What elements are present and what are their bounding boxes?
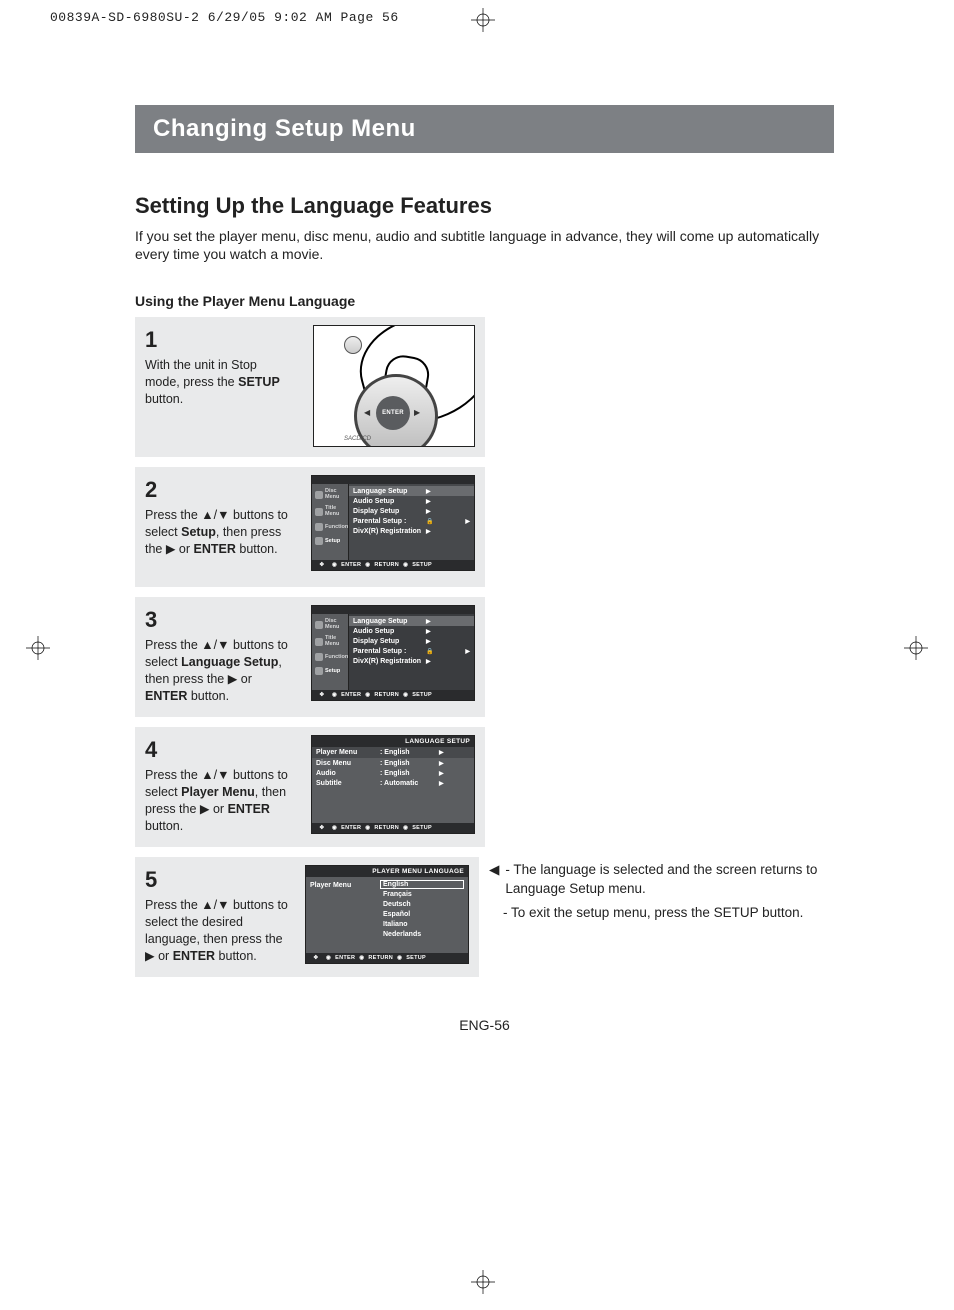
step-2-text-e: button.: [236, 542, 278, 556]
lang-nederlands: Nederlands: [380, 930, 464, 939]
step-1-text-b: SETUP: [238, 375, 280, 389]
osd-title-language-setup: LANGUAGE SETUP: [312, 736, 474, 747]
val-player-menu: : English: [380, 749, 435, 756]
val-audio: : English: [380, 770, 435, 777]
tab-title-menu: Title Menu: [325, 636, 347, 647]
side-notes: ◀ - The language is selected and the scr…: [489, 857, 834, 977]
step-1-text-c: button.: [145, 392, 183, 406]
sub-heading: Using the Player Menu Language: [135, 293, 834, 309]
left-arrow-icon: ◀: [489, 861, 499, 897]
footer-enter: ENTER: [341, 562, 361, 568]
step-2-text-b: Setup: [181, 525, 216, 539]
step-4-text-e: button.: [145, 819, 183, 833]
registration-mark-left: [26, 636, 50, 665]
title-icon: [315, 638, 323, 646]
tab-title-menu: Title Menu: [325, 506, 347, 517]
lang-deutsch: Deutsch: [380, 900, 464, 909]
menu-display-setup: Display Setup: [353, 508, 423, 515]
footer-enter: ENTER: [341, 825, 361, 831]
remote-illustration: ENTER ◀ ▶ SACD/CD: [313, 325, 475, 447]
menu-parental-setup: Parental Setup :: [353, 648, 423, 655]
step-1-card: 1 With the unit in Stop mode, press the …: [135, 317, 485, 457]
step-4-card: 4 Press the ▲/▼ buttons to select Player…: [135, 727, 485, 847]
menu-parental-setup: Parental Setup :: [353, 518, 423, 525]
footer-return: RETURN: [374, 825, 399, 831]
footer-setup: SETUP: [412, 562, 432, 568]
footer-setup: SETUP: [412, 825, 432, 831]
step-4-text-b: Player Menu: [181, 785, 255, 799]
menu-language-setup: Language Setup: [353, 618, 423, 625]
val-disc-menu: : English: [380, 760, 435, 767]
function-icon: [315, 523, 323, 531]
val-subtitle: : Automatic: [380, 780, 435, 787]
osd-player-menu-language: PLAYER MENU LANGUAGE Player Menu English…: [305, 865, 469, 964]
step-4-text-d: ENTER: [228, 802, 270, 816]
row-player-menu: Player Menu: [316, 749, 376, 756]
row-player-menu-label: Player Menu: [310, 882, 370, 889]
remote-sacd-label: SACD/CD: [344, 436, 371, 442]
menu-language-setup: Language Setup: [353, 488, 423, 495]
step-3-text-b: Language Setup: [181, 655, 278, 669]
note-2: - To exit the setup menu, press the SETU…: [503, 904, 803, 922]
note-1: - The language is selected and the scree…: [505, 861, 834, 897]
osd-setup-menu-2: Disc Menu Title Menu Function Setup Lang…: [311, 475, 475, 571]
menu-divx: DivX(R) Registration: [353, 658, 423, 665]
osd-title-player-language: PLAYER MENU LANGUAGE: [306, 866, 468, 877]
step-2-card: 2 Press the ▲/▼ buttons to select Setup,…: [135, 467, 485, 587]
menu-audio-setup: Audio Setup: [353, 628, 423, 635]
tab-function: Function: [325, 525, 348, 531]
menu-display-setup: Display Setup: [353, 638, 423, 645]
row-subtitle: Subtitle: [316, 780, 376, 787]
function-icon: [315, 653, 323, 661]
title-icon: [315, 508, 323, 516]
intro-paragraph: If you set the player menu, disc menu, a…: [135, 227, 834, 263]
step-5-number: 5: [145, 865, 295, 895]
tab-function: Function: [325, 655, 348, 661]
step-5-text-b: ENTER: [173, 949, 215, 963]
step-1-number: 1: [145, 325, 295, 355]
gear-icon: [315, 667, 323, 675]
lang-english: English: [380, 880, 464, 889]
disc-icon: [315, 621, 323, 629]
registration-mark-bottom: [471, 1270, 495, 1299]
chapter-banner: Changing Setup Menu: [135, 105, 834, 153]
step-3-number: 3: [145, 605, 295, 635]
step-3-card: 3 Press the ▲/▼ buttons to select Langua…: [135, 597, 485, 717]
gear-icon: [315, 537, 323, 545]
footer-return: RETURN: [374, 562, 399, 568]
step-2-text-d: ENTER: [194, 542, 236, 556]
menu-divx: DivX(R) Registration: [353, 528, 423, 535]
tab-setup: Setup: [325, 669, 340, 675]
step-2-number: 2: [145, 475, 295, 505]
tab-disc-menu: Disc Menu: [325, 619, 347, 630]
step-4-number: 4: [145, 735, 295, 765]
footer-enter: ENTER: [335, 955, 355, 961]
menu-audio-setup: Audio Setup: [353, 498, 423, 505]
footer-setup: SETUP: [406, 955, 426, 961]
tab-setup: Setup: [325, 539, 340, 545]
registration-mark-right: [904, 636, 928, 665]
footer-return: RETURN: [374, 692, 399, 698]
registration-mark-top: [471, 8, 495, 37]
lang-espanol: Español: [380, 910, 464, 919]
step-5-card: 5 Press the ▲/▼ buttons to select the de…: [135, 857, 479, 977]
tab-disc-menu: Disc Menu: [325, 489, 347, 500]
footer-setup: SETUP: [412, 692, 432, 698]
step-3-text-e: button.: [187, 689, 229, 703]
footer-enter: ENTER: [341, 692, 361, 698]
page-number: ENG-56: [135, 1017, 834, 1033]
row-disc-menu: Disc Menu: [316, 760, 376, 767]
row-audio: Audio: [316, 770, 376, 777]
section-title: Setting Up the Language Features: [135, 193, 834, 219]
step-3-text-d: ENTER: [145, 689, 187, 703]
osd-setup-menu-3: Disc Menu Title Menu Function Setup Lang…: [311, 605, 475, 701]
step-5-text-c: button.: [215, 949, 257, 963]
lang-italiano: Italiano: [380, 920, 464, 929]
footer-return: RETURN: [368, 955, 393, 961]
disc-icon: [315, 491, 323, 499]
lang-francais: Français: [380, 890, 464, 899]
osd-language-setup: LANGUAGE SETUP Player Menu : English ▶ D…: [311, 735, 475, 834]
